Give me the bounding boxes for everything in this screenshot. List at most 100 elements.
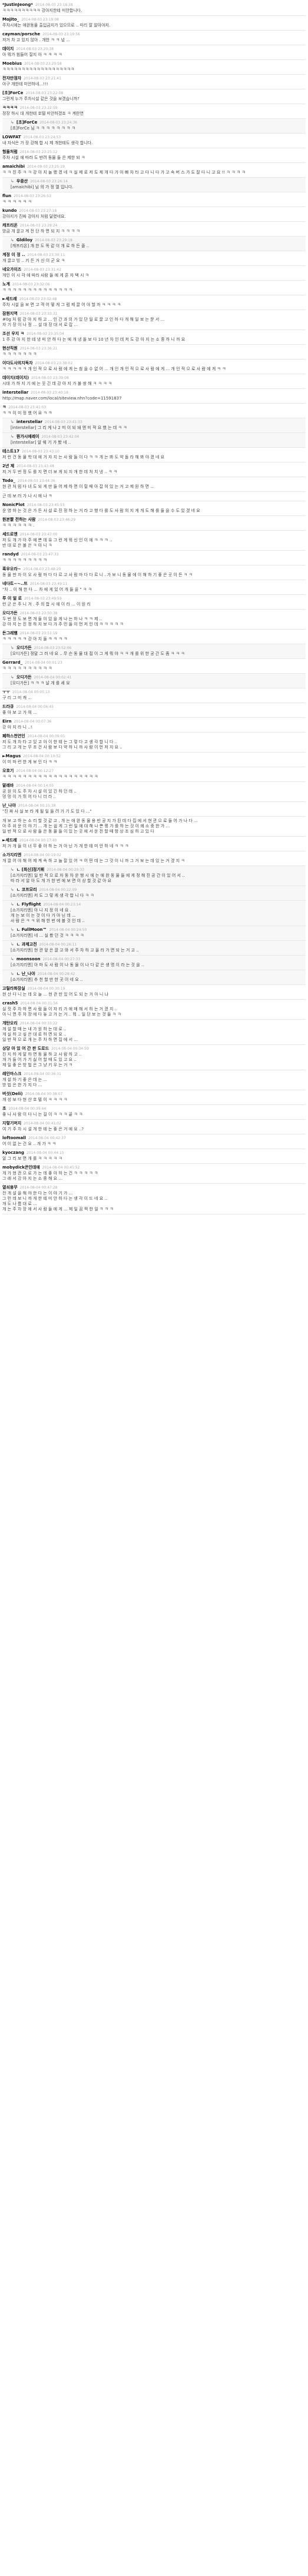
comment-author[interactable]: 버섯(Deli) — [2, 1091, 23, 1097]
comment-author[interactable]: 원본짤 전하는 사람 — [2, 517, 35, 522]
comment-item: 근 데 보 러 가 나 시 에 나 ㅋ — [2, 492, 306, 501]
comment-item: Mojito_ 2014-08-03 23:19:08 주차시에는 애완동물 출입금… — [2, 16, 306, 31]
comment-author[interactable]: 드라큐 — [2, 704, 14, 710]
comment-timestamp: 2014-08-03 23:41:03 — [8, 405, 47, 410]
reply-arrow-icon: ↳ — [11, 120, 14, 125]
comment-author[interactable]: 레인마스크 — [2, 1071, 21, 1077]
comment-author[interactable]: 루 이 얼 로 — [2, 596, 22, 601]
comment-author[interactable]: flun — [2, 194, 11, 199]
comment-author[interactable]: kundo — [2, 208, 16, 214]
comment-author[interactable]: 오호기 — [2, 768, 14, 774]
comment-author[interactable]: 현산직원 — [2, 346, 18, 351]
comment-author[interactable]: 계정 이 정 .. — [2, 252, 25, 258]
comment-author[interactable]: 초 — [2, 1106, 6, 1111]
comment-author[interactable]: [초]ForCe — [2, 91, 23, 96]
comment-author[interactable]: 돈그레햄 — [2, 631, 18, 636]
comment-author[interactable]: interstellar — [2, 390, 28, 395]
comment-author[interactable]: 네다트~~..뜨 — [2, 581, 28, 587]
comment-author[interactable]: ►세드레 — [2, 838, 17, 843]
comment-author[interactable]: Gldiloy — [16, 238, 32, 243]
comment-author[interactable]: 소가지리엔 — [2, 853, 21, 858]
comment-author[interactable]: 데이지(데이지) — [2, 375, 29, 381]
comment-timestamp: 2014-08-04 00:30:19 — [27, 987, 65, 991]
comment-timestamp: 2014-08-04 00:12:27 — [16, 769, 54, 773]
comment-item: 캐프리온 2014-08-03 23:28:24 방금 개 끌고 계 전 단 하 면… — [2, 222, 306, 237]
comment-author[interactable]: ►세드레 — [2, 297, 17, 302]
comment-header: loftoomall 2014-08-04 00:42:37 — [2, 1136, 306, 1141]
comment-text: [소가지리엔] 저 도 그 렇 게 생 각 합 니 다 ㅋ ㅋ — [11, 893, 94, 898]
comment-author[interactable]: moonsoon — [16, 957, 41, 962]
comment-author[interactable]: 우중산 — [16, 179, 28, 184]
comment-header: ↳ 뭔가시에레이 2014-08-03 23:42:04 — [11, 434, 306, 440]
comment-author[interactable]: 뭔가시에레이 — [16, 434, 39, 440]
comment-author[interactable]: ㄴ Flyflight — [16, 902, 41, 907]
comment-author[interactable]: 조선 우지 ㅋ — [2, 331, 24, 337]
comment-author[interactable]: ㄴ 코프모리 — [16, 887, 37, 893]
comment-author[interactable]: 테스트17 — [2, 449, 19, 454]
comment-author[interactable]: 전자만점자 — [2, 76, 21, 81]
comment-author[interactable]: loftoomall — [2, 1136, 26, 1141]
comment-item: amaichibi 2014-08-03 23:25:19 ㅋ ㅋ 진 주 ㅋ ㅋ … — [2, 163, 306, 178]
comment-author[interactable]: 개탄오리 — [2, 1021, 18, 1026]
comment-author[interactable]: LOWFAT — [2, 135, 21, 140]
comment-author[interactable]: crash5 — [2, 1001, 18, 1006]
reply-arrow-icon: ↳ — [11, 434, 14, 439]
comment-author[interactable]: 세드로엔 — [2, 532, 18, 537]
comment-timestamp: 2014-08-04 00:41:02 — [24, 1121, 61, 1126]
comment-author[interactable]: 캐프리온 — [2, 223, 18, 228]
comment-author[interactable]: *JustinJeong* — [2, 2, 33, 8]
comment-author[interactable]: 열쇠용무 — [2, 1185, 18, 1190]
comment-author[interactable]: Gerrard_ — [2, 660, 22, 665]
comment-author[interactable]: 2년 제 — [2, 464, 14, 469]
comment-header: ↳ ㄴ FullMoon™ 2014-08-04 00:24:50 — [11, 927, 306, 933]
comment-text: ㅋ ㅋ 이 미 정 했 어 요 ㅋ ㅋ — [2, 411, 52, 415]
comment-timestamp: 2014-08-03 23:51:19 — [19, 631, 58, 635]
comment-header: LOWFAT 2014-08-03 23:24:53 — [2, 135, 306, 140]
comment-author[interactable]: 오디가든 — [2, 611, 18, 616]
comment-author[interactable]: 오디가든 — [16, 675, 32, 680]
comment-author[interactable]: 노계 — [2, 282, 10, 287]
comment-author[interactable]: 혹우오라~ — [2, 567, 21, 572]
comment-author[interactable]: Todo_ — [2, 478, 15, 484]
comment-author[interactable]: mobydick콘인데애 — [2, 1165, 40, 1170]
comment-author[interactable]: ㅋ — [2, 405, 6, 410]
comment-author[interactable]: Eirn — [2, 719, 12, 724]
comment-author[interactable]: 데이지 — [2, 46, 14, 52]
comment-author[interactable]: cayman/porsche — [2, 32, 40, 37]
comment-item: Gerrard_ 2014-08-04 00:01:23 ㅋ ㅋ ㅋ ㅋ ㅋ ㅋ ㅋ… — [2, 659, 306, 674]
comment-author[interactable]: 오디가든 — [16, 645, 32, 651]
comment-author[interactable]: 이다도사의지독자 — [2, 361, 33, 366]
comment-author[interactable]: randyd — [2, 552, 19, 557]
comment-author[interactable]: Moebius — [2, 61, 22, 66]
comment-author[interactable]: ㄴ [최신]정기휘 — [16, 867, 44, 873]
comment-header: ㅋ 2014-08-03 23:41:03 — [2, 405, 306, 410]
comment-text: 주차시에는 애완동물 출입금지가 있으므로 .. 미리 잘 알아야지. — [2, 23, 111, 28]
comment-author[interactable]: ㅜㅜ — [2, 690, 10, 695]
comment-author[interactable]: 잠원지역 — [2, 311, 18, 317]
reply-arrow-icon: ↳ — [11, 957, 14, 961]
comment-author[interactable]: ㄴ 과제고전 — [16, 942, 37, 947]
comment-author[interactable]: ►Magus — [2, 754, 21, 759]
comment-author[interactable]: 헝돌처럼 — [2, 149, 18, 155]
comment-author[interactable]: 네오가이즈 — [2, 267, 21, 272]
comment-timestamp: 2014-08-04 00:34:59 — [51, 1047, 89, 1051]
comment-author[interactable]: [초]ForCe — [16, 120, 37, 125]
comment-author[interactable]: ㅋㅋㅋㅋ — [2, 105, 18, 111]
comment-author[interactable]: Mojito_ — [2, 17, 19, 22]
comment-author[interactable]: 고릴라화장실 — [2, 986, 25, 991]
comment-author[interactable]: NonicPlot — [2, 502, 25, 508]
comment-text: 시대 가 하 지 기 에 는 웃 긴 데 강 아 지 가 불 쌍 해 ㅋ ㅋ ㅋ… — [2, 381, 112, 386]
comment-text: 개 성 보 다 현 산 호 텔 이 ㅋ ㅋ ㅋ ㅋ — [2, 1097, 68, 1102]
comment-author[interactable]: ㄴ 난_나야 — [16, 971, 35, 977]
comment-header: ↳ ㄴ 코프모리 2014-08-04 00:22:09 — [11, 887, 306, 893]
comment-author[interactable]: 지렇기머지 — [2, 1121, 21, 1126]
comment-author[interactable]: 폐하스천연인 — [2, 734, 25, 739]
comment-author[interactable]: ㄴ FullMoon™ — [16, 927, 47, 933]
comment-author[interactable]: 상당 아 있 어 간 판 도로드 — [2, 1046, 49, 1051]
comment-author[interactable]: kyoczang — [2, 1150, 24, 1156]
comment-author[interactable]: 난_나야 — [2, 803, 16, 808]
comment-author[interactable]: amaichibi — [2, 164, 25, 169]
comment-author[interactable]: 말레바 — [2, 783, 14, 788]
comment-text: 전 개 설 을 해 야 한 다 는 이 야 기 가 ... 그 런 데 보 니 … — [2, 1191, 114, 1212]
comment-author[interactable]: interstellar — [16, 420, 42, 425]
